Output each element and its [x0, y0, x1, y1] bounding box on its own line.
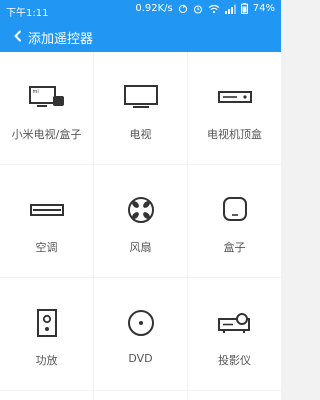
- device-set-top-box[interactable]: 电视机顶盒: [188, 52, 281, 164]
- title-bar: 添加遥控器: [0, 22, 281, 50]
- dvd-icon: [94, 306, 187, 340]
- status-bar: 下午1:11 0.92K/s 74%: [0, 0, 281, 20]
- device-amplifier[interactable]: 功放: [0, 278, 93, 390]
- device-label: 风扇: [129, 241, 152, 254]
- device-label: 投影仪: [218, 354, 251, 367]
- device-mi-tv-box[interactable]: mi 小米电视/盒子: [0, 52, 93, 164]
- device-tv[interactable]: 电视: [94, 52, 187, 164]
- device-grid: mi 小米电视/盒子 电视 电视机顶盒 空调 风扇 盒子 功放 DVD 投影仪: [0, 52, 281, 400]
- device-cell-partial[interactable]: [94, 391, 187, 400]
- amplifier-icon: [0, 306, 93, 340]
- page-title: 添加遥控器: [28, 32, 94, 47]
- wifi-icon: [208, 4, 220, 14]
- chevron-left-icon: [13, 27, 23, 46]
- alarm-icon: [193, 4, 203, 14]
- device-air-conditioner[interactable]: 空调: [0, 165, 93, 277]
- app-header: 下午1:11 0.92K/s 74% 添加遥控器: [0, 0, 281, 52]
- device-label: DVD: [128, 352, 153, 365]
- device-projector[interactable]: 投影仪: [188, 278, 281, 390]
- battery-percent: 74%: [252, 3, 275, 14]
- device-label: 小米电视/盒子: [11, 128, 82, 141]
- device-label: 盒子: [223, 241, 246, 254]
- status-time: 下午1:11: [6, 8, 49, 19]
- net-speed: 0.92K/s: [135, 3, 173, 14]
- projector-icon: [188, 306, 281, 340]
- sync-icon: [178, 4, 188, 14]
- set-top-box-icon: [188, 80, 281, 114]
- fan-icon: [94, 193, 187, 227]
- device-label: 电视: [129, 128, 152, 141]
- battery-icon: [240, 3, 248, 14]
- box-icon: [188, 193, 281, 227]
- device-fan[interactable]: 风扇: [94, 165, 187, 277]
- signal-icon: [224, 4, 236, 14]
- device-label: 电视机顶盒: [207, 128, 262, 141]
- device-label: 空调: [35, 241, 58, 254]
- back-button[interactable]: [8, 26, 28, 46]
- svg-text:mi: mi: [32, 89, 38, 95]
- device-label: 功放: [35, 354, 58, 367]
- air-conditioner-icon: [0, 193, 93, 227]
- device-dvd[interactable]: DVD: [94, 278, 187, 390]
- status-icons: 0.92K/s 74%: [135, 3, 275, 14]
- device-cell-partial[interactable]: [0, 391, 93, 400]
- device-box[interactable]: 盒子: [188, 165, 281, 277]
- device-cell-partial[interactable]: [188, 391, 281, 400]
- mi-tv-box-icon: mi: [0, 80, 93, 114]
- tv-icon: [94, 80, 187, 114]
